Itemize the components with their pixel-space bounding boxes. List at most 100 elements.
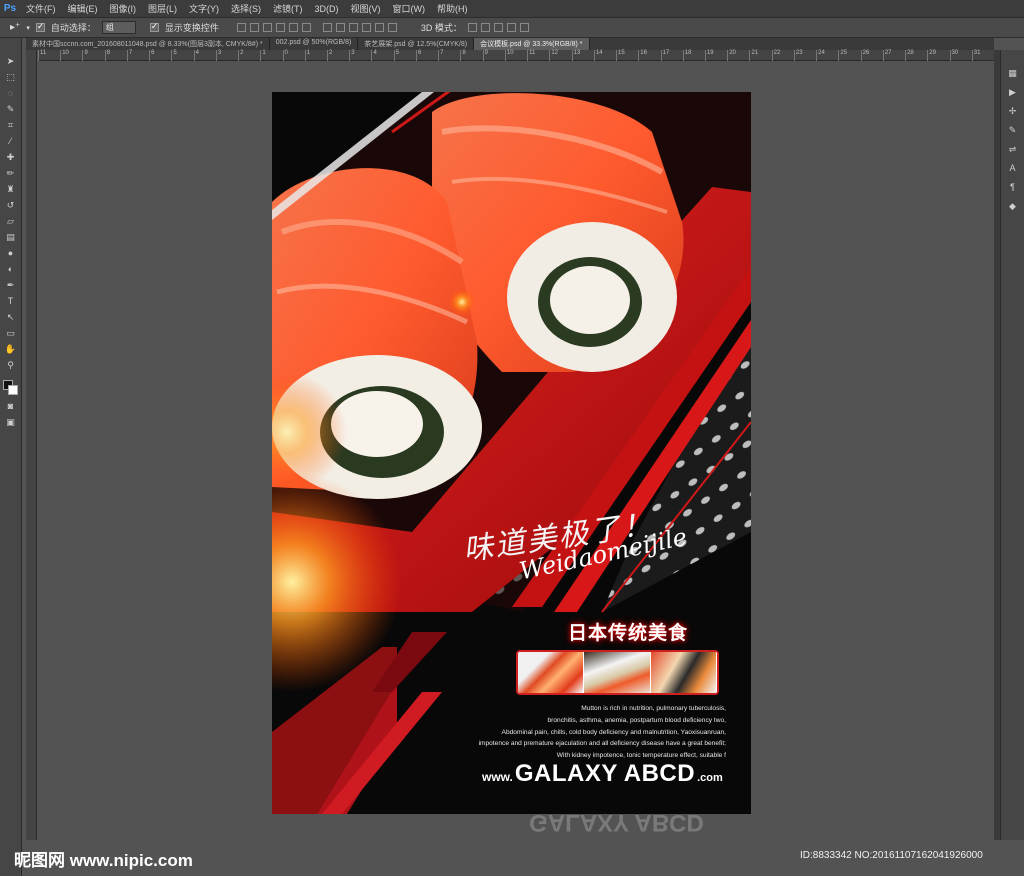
tab-document-active[interactable]: 会议模板.psd @ 33.3%(RGB/8) * — [474, 38, 590, 50]
menu-edit[interactable]: 编辑(E) — [62, 2, 104, 15]
align-right-icon[interactable] — [301, 23, 311, 32]
move-tool-icon[interactable]: ▸⁺ — [10, 22, 20, 33]
ruler-label: 23 — [795, 50, 803, 56]
align-bottom-icon[interactable] — [262, 23, 272, 32]
ruler-tick — [282, 50, 284, 61]
tab-document-3[interactable]: 茶艺展架.psd @ 12.5%(CMYK/8) — [358, 38, 475, 50]
history-panel-icon[interactable]: ▦ — [1007, 68, 1019, 79]
ruler-label: 20 — [729, 50, 736, 56]
align-vcenter-icon[interactable] — [249, 23, 259, 32]
tools-panel: ➤ ⬚ ◌ ✎ ⌗ ⁄ ✚ ✏ ♜ ↺ ▱ ▤ ● ◐ ✒ T ↖ ▭ ✋ ⚲ … — [0, 38, 22, 876]
ruler-label: 31 — [973, 50, 981, 56]
shape-tool-icon[interactable]: ▭ — [5, 328, 17, 339]
menu-type[interactable]: 文字(Y) — [183, 2, 225, 15]
ruler-tick — [193, 50, 195, 61]
tab-document-2[interactable]: 002.psd @ 50%(RGB/8) — [270, 38, 359, 50]
ruler-label: 8 — [462, 50, 466, 56]
ruler-tick — [882, 50, 884, 61]
ruler-label: 21 — [751, 50, 759, 56]
scale-3d-icon[interactable] — [519, 23, 529, 32]
menu-view[interactable]: 视图(V) — [345, 2, 387, 15]
tab-document-1[interactable]: 素材中国sccnn.com_201608011048.psd @ 8.33%(图… — [26, 38, 270, 50]
auto-select-checkbox[interactable] — [35, 21, 45, 32]
ruler-label: 12 — [551, 50, 559, 56]
quick-select-tool-icon[interactable]: ✎ — [5, 104, 17, 115]
ruler-tick — [905, 50, 907, 61]
lasso-tool-icon[interactable]: ◌ — [5, 88, 17, 99]
ruler-label: 1 — [262, 50, 266, 56]
menu-help[interactable]: 帮助(H) — [431, 2, 474, 15]
canvas-document[interactable]: 味道美极了！ Weidaomeijile 日本传统美食 Mutton is ri… — [272, 92, 751, 814]
rotate-3d-icon[interactable] — [467, 23, 477, 32]
history-brush-tool-icon[interactable]: ↺ — [5, 200, 17, 211]
dodge-tool-icon[interactable]: ◐ — [5, 264, 17, 275]
align-top-icon[interactable] — [236, 23, 246, 32]
ruler-tick — [304, 50, 306, 61]
drag-3d-icon[interactable] — [493, 23, 503, 32]
ruler-horizontal[interactable]: 11 10 9 8 7 6 5 4 3 2 1 0 1 2 3 4 5 6 7 8 9 10 11 12 13 14 15 16 17 1… — [38, 50, 994, 61]
align-hcenter-icon[interactable] — [288, 23, 298, 32]
background-color-swatch[interactable] — [7, 385, 18, 395]
right-panel-dock: ▦ ▶ ✢ ✎ ⇌ A ¶ ◆ — [1000, 50, 1024, 840]
path-select-tool-icon[interactable]: ↖ — [5, 312, 17, 323]
blur-tool-icon[interactable]: ● — [5, 248, 17, 259]
menu-select[interactable]: 选择(S) — [225, 2, 267, 15]
brush-panel-icon[interactable]: ✎ — [1007, 125, 1019, 136]
menu-3d[interactable]: 3D(D) — [309, 4, 345, 14]
brush-tool-icon[interactable]: ✏ — [5, 168, 17, 179]
distribute-vcenter-icon[interactable] — [335, 23, 345, 32]
ruler-label: 18 — [684, 50, 692, 56]
ruler-tick — [704, 50, 706, 61]
show-transform-checkbox[interactable] — [149, 21, 159, 32]
3d-panel-icon[interactable]: ◆ — [1007, 201, 1019, 212]
ruler-label: 11 — [40, 50, 47, 56]
zoom-tool-icon[interactable]: ⚲ — [5, 360, 17, 371]
hand-tool-icon[interactable]: ✋ — [5, 344, 17, 355]
move-tool-icon[interactable]: ➤ — [5, 56, 17, 67]
distribute-hcenter-icon[interactable] — [374, 23, 384, 32]
crop-tool-icon[interactable]: ⌗ — [5, 120, 17, 131]
photo-strip — [516, 650, 719, 695]
distribute-bottom-icon[interactable] — [348, 23, 358, 32]
screen-mode-icon[interactable]: ▣ — [5, 417, 17, 428]
tool-presets-icon[interactable]: ✢ — [1007, 106, 1019, 117]
gradient-tool-icon[interactable]: ▤ — [5, 232, 17, 243]
website-url: www. GALAXY ABCD .com — [482, 760, 723, 788]
ruler-label: 3 — [351, 50, 355, 56]
healing-tool-icon[interactable]: ✚ — [5, 152, 17, 163]
actions-panel-icon[interactable]: ▶ — [1007, 87, 1019, 98]
chevron-down-icon[interactable]: ▾ — [26, 24, 30, 32]
character-panel-icon[interactable]: A — [1007, 163, 1019, 174]
menu-bar: Ps 文件(F) 编辑(E) 图像(I) 图层(L) 文字(Y) 选择(S) 滤… — [0, 0, 1024, 17]
align-buttons — [236, 23, 401, 32]
paragraph-panel-icon[interactable]: ¶ — [1007, 182, 1019, 193]
distribute-left-icon[interactable] — [361, 23, 371, 32]
align-left-icon[interactable] — [275, 23, 285, 32]
slide-3d-icon[interactable] — [506, 23, 516, 32]
menu-filter[interactable]: 滤镜(T) — [267, 2, 309, 15]
roll-3d-icon[interactable] — [480, 23, 490, 32]
options-bar: ▸⁺ ▾ 自动选择： 组 显示变换控件 3D 模式： — [0, 17, 1024, 38]
eyedropper-tool-icon[interactable]: ⁄ — [5, 136, 17, 147]
quick-mask-icon[interactable]: ◙ — [5, 401, 17, 412]
distribute-top-icon[interactable] — [322, 23, 332, 32]
ruler-label: 3 — [217, 50, 222, 56]
ruler-tick — [927, 50, 929, 61]
ruler-tick — [415, 50, 417, 61]
menu-window[interactable]: 窗口(W) — [387, 2, 432, 15]
ruler-tick — [971, 50, 973, 61]
adjustments-panel-icon[interactable]: ⇌ — [1007, 144, 1019, 155]
menu-file[interactable]: 文件(F) — [20, 2, 62, 15]
ruler-tick — [38, 50, 39, 61]
eraser-tool-icon[interactable]: ▱ — [5, 216, 17, 227]
clone-stamp-tool-icon[interactable]: ♜ — [5, 184, 17, 195]
distribute-right-icon[interactable] — [387, 23, 397, 32]
menu-image[interactable]: 图像(I) — [104, 2, 143, 15]
color-swatches[interactable] — [2, 380, 19, 396]
auto-select-dropdown[interactable]: 组 — [101, 21, 136, 34]
ruler-vertical[interactable] — [26, 50, 37, 840]
marquee-tool-icon[interactable]: ⬚ — [5, 72, 17, 83]
type-tool-icon[interactable]: T — [5, 296, 17, 307]
pen-tool-icon[interactable]: ✒ — [5, 280, 17, 291]
menu-layer[interactable]: 图层(L) — [142, 2, 183, 15]
